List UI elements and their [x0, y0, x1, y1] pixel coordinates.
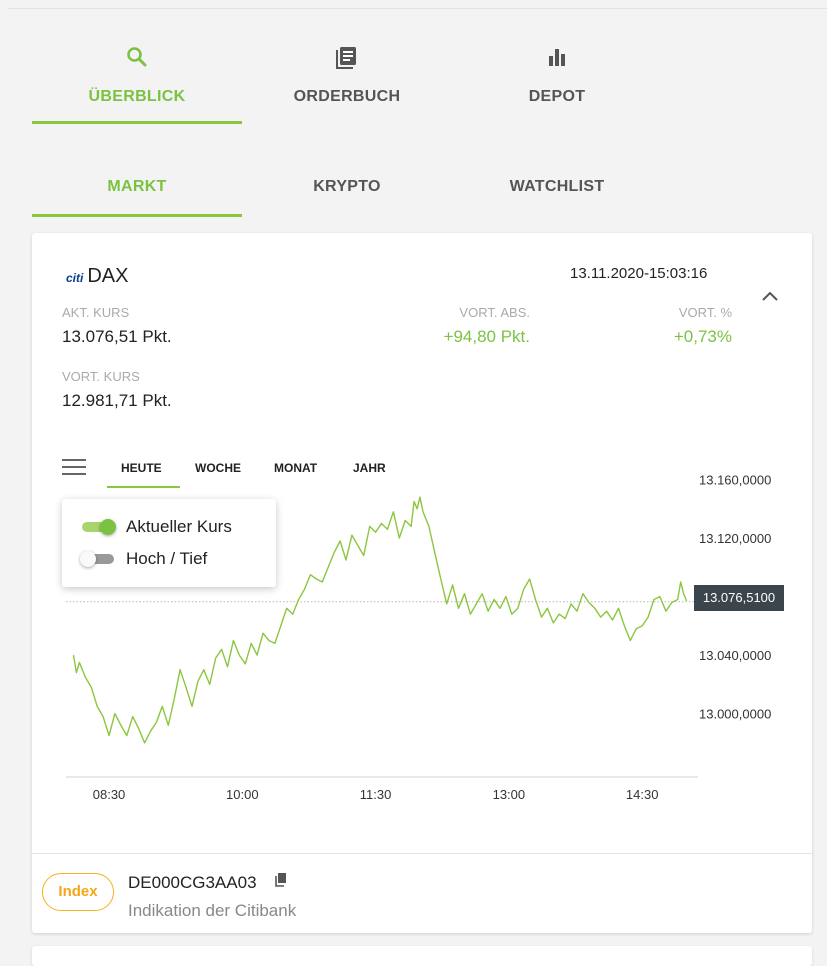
toggle-aktueller-kurs[interactable]: [80, 519, 116, 535]
current-price-tag: 13.076,5100: [694, 585, 784, 611]
source-text: Indikation der Citibank: [128, 901, 297, 920]
y-tick-label: 13.040,0000: [699, 648, 771, 663]
x-tick-label: 11:30: [360, 787, 392, 802]
legend-label-hoch-tief: Hoch / Tief: [126, 549, 208, 568]
market-card: citi DAX 13.11.2020-15:03:16 AKT. KURS 1…: [32, 233, 812, 933]
toggle-knob: [100, 519, 116, 535]
tab-label: WATCHLIST: [509, 178, 605, 195]
tab-label: KRYPTO: [313, 178, 381, 195]
chart-legend: Aktueller Kurs Hoch / Tief: [62, 499, 276, 587]
tab-krypto[interactable]: KRYPTO: [242, 168, 452, 216]
toggle-hoch-tief[interactable]: [80, 551, 116, 567]
footer-divider: [32, 853, 812, 854]
y-tick-label: 13.000,0000: [699, 707, 771, 722]
sub-tabs: MARKT KRYPTO WATCHLIST: [32, 168, 692, 218]
bar-chart-icon: [549, 49, 565, 66]
x-tick-label: 08:30: [93, 787, 126, 802]
tab-orderbuch[interactable]: ORDERBUCH: [242, 40, 452, 122]
x-tick-label: 10:00: [226, 787, 259, 802]
main-tabs: ÜBERBLICK ORDERBUCH DEPOT: [32, 40, 692, 124]
tab-label: MARKT: [107, 178, 167, 195]
top-divider: [8, 8, 827, 9]
copy-icon[interactable]: [275, 873, 287, 887]
tab-depot[interactable]: DEPOT: [452, 40, 662, 122]
y-tick-label: 13.120,0000: [699, 531, 771, 546]
x-tick-label: 14:30: [626, 787, 659, 802]
toggle-knob: [80, 551, 96, 567]
index-badge: Index: [42, 873, 114, 911]
tab-label: DEPOT: [528, 88, 586, 105]
isin-text: DE000CG3AA03: [128, 873, 257, 892]
tab-ueberblick[interactable]: ÜBERBLICK: [32, 40, 242, 124]
tab-watchlist[interactable]: WATCHLIST: [452, 168, 662, 216]
document-list-icon: [336, 47, 356, 69]
next-card: [32, 946, 812, 966]
tab-label: ÜBERBLICK: [88, 88, 186, 105]
search-icon: [127, 47, 147, 67]
tab-markt[interactable]: MARKT: [32, 168, 242, 217]
tab-label: ORDERBUCH: [293, 88, 401, 105]
x-tick-label: 13:00: [493, 787, 526, 802]
y-tick-label: 13.160,0000: [699, 473, 771, 488]
legend-label-aktueller-kurs: Aktueller Kurs: [126, 517, 232, 536]
